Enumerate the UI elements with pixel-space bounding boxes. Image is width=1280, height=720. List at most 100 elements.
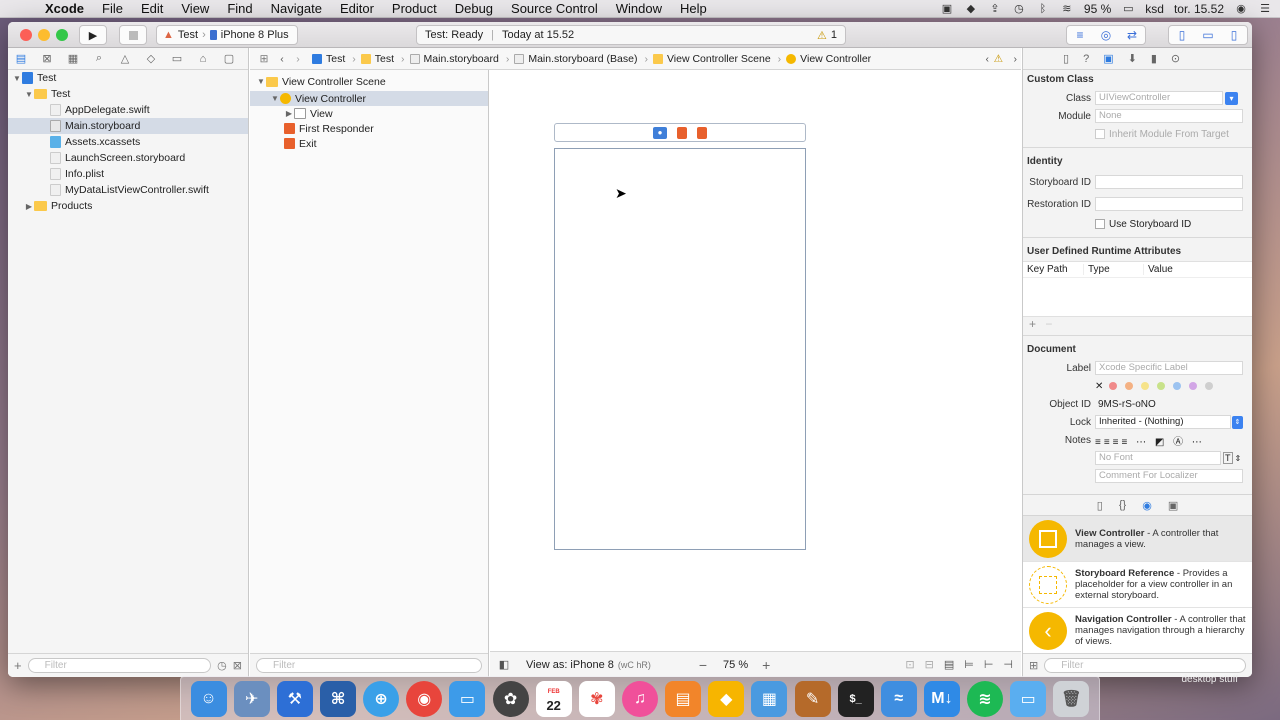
zoom-window-button[interactable] bbox=[56, 29, 68, 41]
image-tool-icon[interactable]: ✎ bbox=[794, 680, 831, 717]
color-gray-swatch[interactable] bbox=[1205, 382, 1214, 390]
minimize-window-button[interactable] bbox=[38, 29, 50, 41]
storyboard-id-field[interactable] bbox=[1095, 175, 1243, 189]
pin-icon[interactable]: ⊢ bbox=[984, 658, 994, 671]
color-red-swatch[interactable] bbox=[1109, 382, 1118, 390]
menu-edit[interactable]: Edit bbox=[132, 1, 172, 16]
folder-icon[interactable]: ▤ bbox=[14, 52, 28, 65]
game-center-icon[interactable]: ✿ bbox=[492, 680, 529, 717]
assistant-editor-icon[interactable]: ◎ bbox=[1093, 28, 1119, 42]
first-responder-icon[interactable] bbox=[677, 126, 687, 139]
siri-icon[interactable]: ◉ bbox=[1234, 3, 1248, 15]
size-inspector-icon[interactable]: ▮ bbox=[1151, 52, 1157, 65]
outline-view-controller[interactable]: ▼ View Controller bbox=[250, 91, 488, 106]
finder-icon[interactable]: ☺ bbox=[190, 680, 227, 717]
stop-button[interactable] bbox=[119, 25, 147, 45]
tree-item-group[interactable]: ▶ Products bbox=[8, 198, 248, 214]
lock-dropdown-icon[interactable]: ⇕ bbox=[1232, 415, 1243, 429]
breadcrumb-scene[interactable]: View Controller Scene bbox=[652, 53, 773, 65]
code-snippet-icon[interactable]: {} bbox=[1119, 499, 1126, 511]
breadcrumb-localization[interactable]: Main.storyboard (Base) bbox=[514, 53, 639, 65]
column-value[interactable]: Value bbox=[1143, 264, 1173, 275]
menu-help[interactable]: Help bbox=[671, 1, 716, 16]
inspector-toggle-icon[interactable]: ▯ bbox=[1221, 28, 1247, 42]
menu-file[interactable]: File bbox=[93, 1, 132, 16]
breadcrumb-project[interactable]: Test bbox=[312, 53, 347, 65]
chrome-icon[interactable]: ◉ bbox=[406, 680, 443, 717]
desktop-folder-label[interactable]: desktop stuff bbox=[1181, 674, 1238, 685]
debug-area-toggle-icon[interactable]: ▭ bbox=[1195, 28, 1221, 42]
related-items-icon[interactable]: ⊞ bbox=[254, 53, 274, 65]
class-field[interactable]: UIViewController bbox=[1095, 91, 1223, 105]
disclosure-open-icon[interactable]: ▼ bbox=[24, 90, 34, 99]
close-window-button[interactable] bbox=[20, 29, 32, 41]
resolve-issues-icon[interactable]: ⊣ bbox=[1003, 658, 1013, 671]
standard-editor-icon[interactable]: ≡ bbox=[1067, 28, 1093, 42]
outline-filter-input[interactable]: Filter bbox=[256, 658, 482, 673]
time-machine-icon[interactable]: ◷ bbox=[1012, 3, 1026, 15]
trash-icon[interactable]: 🗑 bbox=[1053, 680, 1090, 717]
test-icon[interactable]: ◇ bbox=[144, 52, 158, 65]
comment-field[interactable]: Comment For Localizer bbox=[1095, 469, 1243, 483]
storyboard-canvas[interactable]: ● ➤ bbox=[490, 70, 1021, 651]
tree-item-file[interactable]: AppDelegate.swift bbox=[8, 102, 248, 118]
wave-app-icon[interactable]: ≈ bbox=[880, 680, 917, 717]
tree-item-file[interactable]: Info.plist bbox=[8, 166, 248, 182]
file-inspector-icon[interactable]: ▯ bbox=[1063, 52, 1069, 65]
menu-source-control[interactable]: Source Control bbox=[502, 1, 607, 16]
user-name[interactable]: ksd bbox=[1145, 2, 1164, 16]
exit-icon[interactable] bbox=[697, 126, 707, 139]
library-item-navigation-controller[interactable]: ‹ Navigation Controller - A controller t… bbox=[1023, 608, 1252, 654]
outline-exit[interactable]: Exit bbox=[250, 136, 488, 151]
keynote-icon[interactable]: ▭ bbox=[449, 680, 486, 717]
activity-status[interactable]: Test: Ready | Today at 15.52 ⚠ 1 bbox=[416, 25, 846, 45]
menu-view[interactable]: View bbox=[172, 1, 218, 16]
outline-scene[interactable]: ▼ View Controller Scene bbox=[250, 74, 488, 89]
upload-icon[interactable]: ⇪ bbox=[988, 3, 1002, 15]
next-issue-icon[interactable]: › bbox=[1014, 53, 1018, 65]
battery-icon[interactable]: ▭ bbox=[1121, 3, 1135, 15]
font-picker-icon[interactable]: T bbox=[1223, 452, 1233, 464]
font-stepper-icon[interactable]: ⇕ bbox=[1235, 454, 1242, 463]
find-icon[interactable]: ⌕ bbox=[92, 52, 106, 65]
stack-icon[interactable]: ▤ bbox=[944, 658, 954, 671]
runtime-attributes-table[interactable]: Key Path Type Value bbox=[1023, 261, 1252, 317]
back-icon[interactable]: ‹ bbox=[274, 53, 290, 65]
zoom-in-button[interactable]: + bbox=[762, 657, 770, 673]
bluetooth-icon[interactable]: ᛒ bbox=[1036, 3, 1050, 15]
inherit-checkbox[interactable] bbox=[1095, 129, 1105, 139]
color-purple-swatch[interactable] bbox=[1189, 382, 1198, 390]
breadcrumb-file[interactable]: Main.storyboard bbox=[409, 53, 501, 65]
safari-icon[interactable]: ⊕ bbox=[363, 680, 400, 717]
vscode-icon[interactable]: ⌘ bbox=[319, 680, 356, 717]
column-type[interactable]: Type bbox=[1083, 264, 1143, 275]
previous-issue-icon[interactable]: ‹ bbox=[986, 53, 990, 65]
color-blue-swatch[interactable] bbox=[1173, 382, 1182, 390]
ibooks-icon[interactable]: ▤ bbox=[665, 680, 702, 717]
tree-item-project[interactable]: ▼ Test bbox=[8, 70, 248, 86]
restoration-id-field[interactable] bbox=[1095, 197, 1243, 211]
embed-in-icon[interactable]: ⊟ bbox=[925, 658, 934, 671]
zoom-out-button[interactable]: − bbox=[699, 657, 707, 673]
library-item-view-controller[interactable]: View Controller - A controller that mana… bbox=[1023, 516, 1252, 562]
scheme-selector[interactable]: ▲ Test › iPhone 8 Plus bbox=[156, 25, 298, 45]
screen-icon[interactable]: ▣ bbox=[940, 3, 954, 15]
object-library-icon[interactable]: ◉ bbox=[1142, 499, 1152, 512]
connections-inspector-icon[interactable]: ⊙ bbox=[1171, 52, 1180, 65]
version-editor-icon[interactable]: ⇄ bbox=[1119, 28, 1145, 42]
media-library-icon[interactable]: ▣ bbox=[1168, 499, 1178, 512]
view-controller-icon[interactable]: ● bbox=[653, 126, 667, 139]
spotlight-icon[interactable]: ☰ bbox=[1258, 3, 1272, 15]
spotify-icon[interactable]: ≋ bbox=[967, 680, 1004, 717]
filter-options-icon[interactable]: ⊠ bbox=[233, 659, 242, 672]
lock-select[interactable]: Inherited - (Nothing) bbox=[1095, 415, 1231, 429]
forward-icon[interactable]: › bbox=[290, 53, 306, 65]
view-controller-scene[interactable] bbox=[554, 148, 806, 550]
library-filter-input[interactable]: Filter bbox=[1044, 658, 1246, 673]
menu-app[interactable]: Xcode bbox=[36, 1, 93, 16]
recent-files-icon[interactable]: ◷ bbox=[217, 659, 227, 672]
add-icon[interactable]: + bbox=[14, 658, 22, 673]
attributes-inspector-icon[interactable]: ⬇ bbox=[1128, 52, 1137, 65]
class-dropdown-icon[interactable]: ▾ bbox=[1225, 91, 1238, 105]
preview-icon[interactable]: ✈ bbox=[233, 680, 270, 717]
